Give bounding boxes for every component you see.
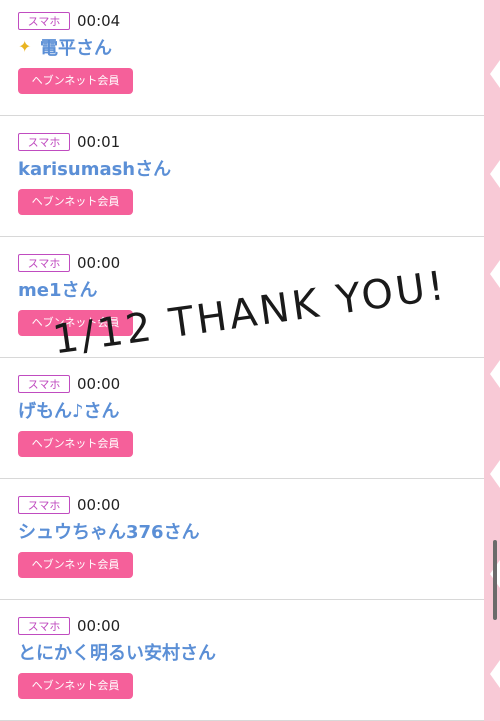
strip-notch [490,660,500,688]
visitor-name[interactable]: シュウちゃん376さん [18,521,200,545]
member-badge-button[interactable]: ヘブンネット会員 [18,673,133,699]
device-badge: スマホ [18,254,70,272]
list-item[interactable]: スマホ 00:00 げもん♪さん ヘブンネット会員 [0,358,484,479]
strip-notch [490,360,500,388]
list-item[interactable]: スマホ 00:00 シュウちゃん376さん ヘブンネット会員 [0,479,484,600]
visitor-name[interactable]: me1さん [18,279,98,303]
visit-time: 00:00 [77,375,121,393]
visit-time: 00:00 [77,617,121,635]
list-item[interactable]: スマホ 00:01 karisumashさん ヘブンネット会員 [0,116,484,237]
visitor-name[interactable]: karisumashさん [18,158,171,182]
list-item[interactable]: スマホ 00:04 電平さん ✦ ヘブンネット会員 [0,0,484,116]
member-badge-button[interactable]: ヘブンネット会員 [18,68,133,94]
visitor-name[interactable]: 電平さん [40,37,112,61]
device-badge: スマホ [18,12,70,30]
sparkle-icon: ✦ [18,37,32,56]
scrollbar-thumb[interactable] [493,540,497,620]
strip-notch [490,160,500,188]
visitor-name-text: 電平さん [40,38,112,59]
device-badge: スマホ [18,375,70,393]
visitor-name[interactable]: とにかく明るい安村さん [18,642,216,666]
member-badge-button[interactable]: ヘブンネット会員 [18,552,133,578]
visit-time: 00:00 [77,254,121,272]
visit-time: 00:01 [77,133,121,151]
decorative-side-strip [484,0,500,721]
member-badge-button[interactable]: ヘブンネット会員 [18,431,133,457]
device-badge: スマホ [18,617,70,635]
strip-notch [490,60,500,88]
member-badge-button[interactable]: ヘブンネット会員 [18,189,133,215]
list-item[interactable]: スマホ 00:00 とにかく明るい安村さん ヘブンネット会員 [0,600,484,721]
visitor-name[interactable]: げもん♪さん [18,400,120,424]
visit-time: 00:00 [77,496,121,514]
strip-notch [490,260,500,288]
device-badge: スマホ [18,133,70,151]
device-badge: スマホ [18,496,70,514]
visitor-log-screen: スマホ 00:04 電平さん ✦ ヘブンネット会員 スマホ 00:01 kari… [0,0,500,721]
visit-time: 00:04 [77,12,121,30]
strip-notch [490,460,500,488]
